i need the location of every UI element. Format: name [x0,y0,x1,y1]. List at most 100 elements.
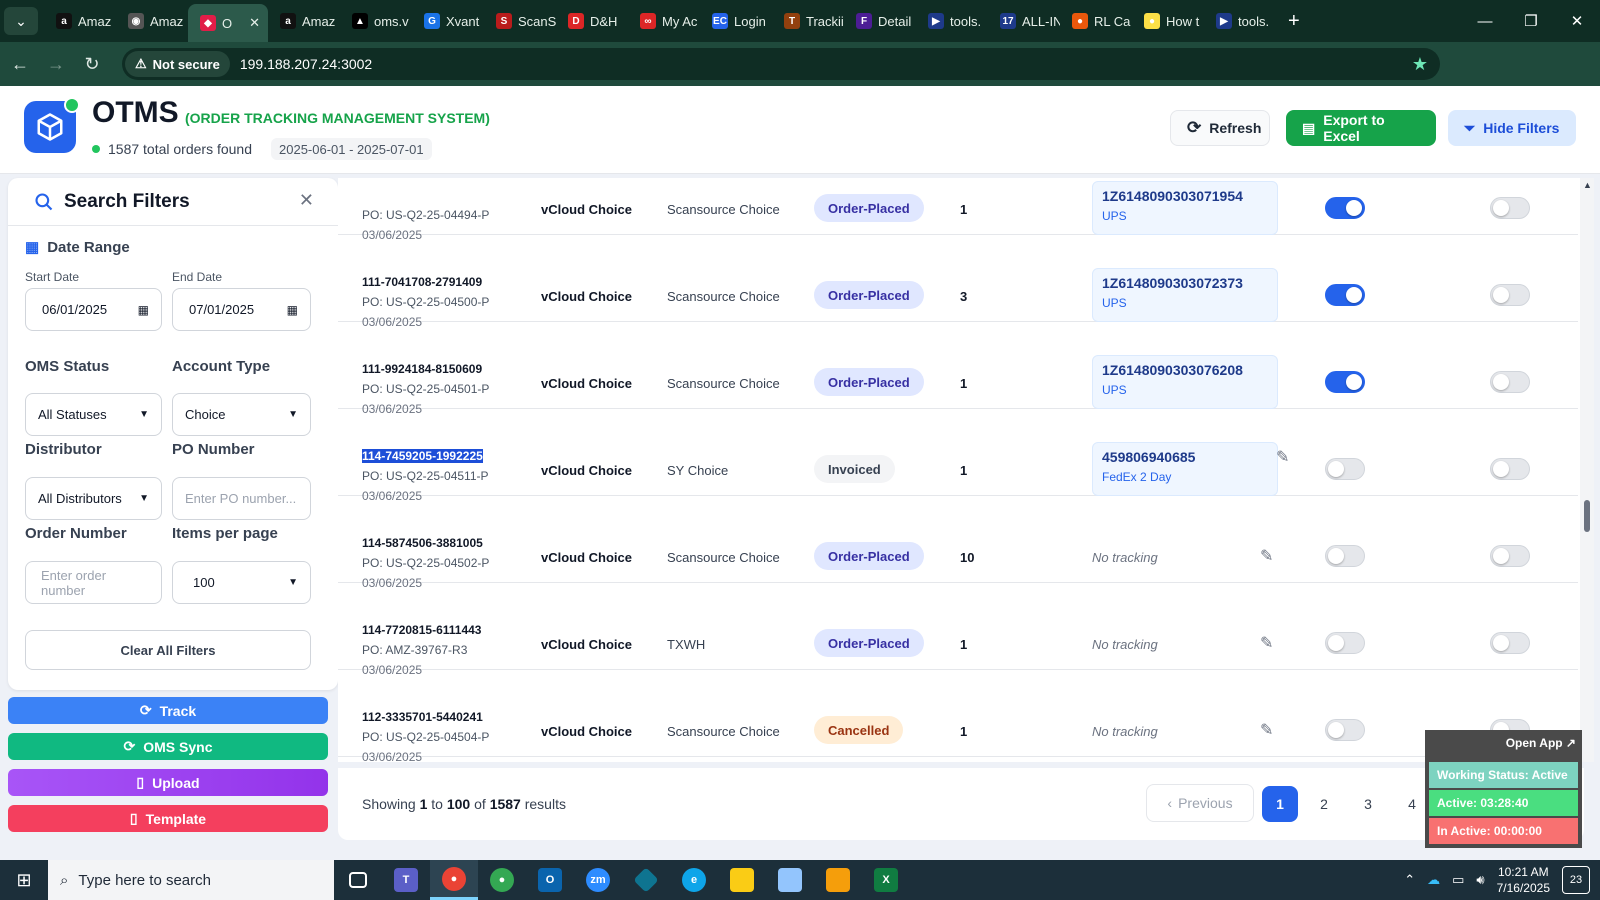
scroll-thumb[interactable] [1584,500,1590,532]
end-date-input[interactable]: 07/01/2025 ▦ [172,288,311,331]
omnibox[interactable]: ⚠ Not secure 199.188.207.24:3002 ★ [122,48,1440,80]
browser-tab[interactable]: F Detail [844,4,916,38]
close-filters-icon[interactable]: ✕ [299,190,314,211]
toggle-switch[interactable] [1325,719,1365,741]
browser-tab[interactable]: 17 ALL-IN [988,4,1060,38]
toggle-switch[interactable] [1490,632,1530,654]
toggle-switch[interactable] [1490,197,1530,219]
sticky-notes-icon[interactable] [718,860,766,900]
minimize-icon[interactable]: — [1462,0,1508,42]
task-view-icon[interactable] [334,860,382,900]
browser-tab[interactable]: ● How t [1132,4,1204,38]
browser-tab[interactable]: G Xvant [412,4,484,38]
browser-tab[interactable]: a Amaz [268,4,340,38]
browser-tab[interactable]: ∞ My Ac [628,4,700,38]
notepad-icon[interactable] [766,860,814,900]
template-button[interactable]: ▯ Template [8,805,328,832]
tracking-box[interactable]: 1Z6148090303072373 UPS [1092,268,1278,322]
start-date-input[interactable]: 06/01/2025 ▦ [25,288,162,331]
edit-pencil-icon[interactable]: ✎ [1260,633,1273,653]
oms-status-select[interactable]: All Statuses ▼ [25,393,162,436]
browser-tab[interactable]: ▲ oms.v [340,4,412,38]
browser-tab[interactable]: a Amaz [44,4,116,38]
back-arrow-icon[interactable]: ← [4,48,36,80]
app-diamond-icon[interactable] [622,860,670,900]
browser-tab[interactable]: D D&H [556,4,628,38]
open-app-link[interactable]: Open App ↗ [1506,736,1576,750]
restore-icon[interactable]: ❐ [1508,0,1554,42]
track-button[interactable]: ⟳ Track [8,697,328,724]
edit-pencil-icon[interactable]: ✎ [1260,546,1273,566]
toggle-switch[interactable] [1325,458,1365,480]
tracking-box[interactable]: 1Z6148090303071954 UPS [1092,181,1278,235]
toggle-switch[interactable] [1490,284,1530,306]
browser-tab[interactable]: S ScanS [484,4,556,38]
excel-icon[interactable]: X [862,860,910,900]
upload-button[interactable]: ▯ Upload [8,769,328,796]
items-per-page-select[interactable]: 100 ▼ [172,561,311,604]
page-number-button[interactable]: 2 [1306,786,1342,822]
tracking-number: 459806940685 [1102,449,1196,465]
taskbar-search-box[interactable]: ⌕ Type here to search [48,860,334,900]
tracking-box[interactable]: 459806940685 FedEx 2 Day [1092,442,1278,496]
scroll-up-arrow-icon[interactable]: ▲ [1583,180,1592,190]
po-number-input[interactable]: Enter PO number... [172,477,311,520]
onedrive-cloud-icon[interactable]: ☁ [1427,872,1440,888]
edge-icon[interactable]: e [670,860,718,900]
forward-arrow-icon[interactable]: → [40,48,72,80]
teams-icon[interactable]: T [382,860,430,900]
previous-page-button[interactable]: ‹ Previous [1146,784,1254,822]
windows-start-icon[interactable]: ⊞ [0,860,48,900]
toggle-switch[interactable] [1325,545,1365,567]
tab-search-chevron-icon[interactable]: ⌄ [4,7,38,35]
close-window-icon[interactable]: ✕ [1554,0,1600,42]
quantity: 3 [960,289,968,304]
not-secure-chip[interactable]: ⚠ Not secure [125,51,230,77]
taskbar-clock[interactable]: 10:21 AM 7/16/2025 [1497,864,1550,896]
browser-tab[interactable]: ▶ tools. [1204,4,1276,38]
browser-tab[interactable]: ● RL Ca [1060,4,1132,38]
export-excel-button[interactable]: ▤ Export to Excel [1286,110,1436,146]
chrome-profile-icon[interactable]: ● [478,860,526,900]
toggle-switch[interactable] [1325,284,1365,306]
table-scrollbar[interactable]: ▲ [1580,178,1594,762]
browser-tab[interactable]: EC Login [700,4,772,38]
toggle-switch[interactable] [1325,632,1365,654]
hide-filters-button[interactable]: ⏷ Hide Filters [1448,110,1576,146]
edit-pencil-icon[interactable]: ✎ [1276,447,1289,467]
browser-tab[interactable]: ◉ Amaz [116,4,188,38]
close-tab-icon[interactable]: ✕ [249,15,260,31]
bookmark-star-icon[interactable]: ★ [1412,54,1428,75]
distributor-select[interactable]: All Distributors ▼ [25,477,162,520]
outlook-icon[interactable]: O [526,860,574,900]
browser-tab[interactable]: T Trackii [772,4,844,38]
volume-icon[interactable]: 🔊︎ [1476,872,1484,888]
edit-pencil-icon[interactable]: ✎ [1260,720,1273,740]
tracking-box[interactable]: 1Z6148090303076208 UPS [1092,355,1278,409]
page-number-button[interactable]: 3 [1350,786,1386,822]
toggle-switch[interactable] [1490,458,1530,480]
tray-chevron-up-icon[interactable]: ⌃ [1404,872,1415,888]
oms-sync-button[interactable]: ⟳ OMS Sync [8,733,328,760]
refresh-button[interactable]: ⟳ Refresh [1170,110,1270,146]
file-explorer-icon[interactable] [814,860,862,900]
order-number-input[interactable]: Enter order number [25,561,162,604]
page-number-button[interactable]: 1 [1262,786,1298,822]
notifications-badge[interactable]: 23 [1562,866,1590,894]
browser-tab[interactable]: ◆ O ✕ [188,4,268,42]
toggle-switch[interactable] [1325,197,1365,219]
toggle-switch[interactable] [1490,371,1530,393]
account-type-select[interactable]: Choice ▼ [172,393,311,436]
new-tab-plus-icon[interactable]: + [1288,10,1300,33]
network-icon[interactable]: ▭ [1452,872,1464,888]
toggle-switch[interactable] [1325,371,1365,393]
zoom-icon[interactable]: zm [574,860,622,900]
clear-all-filters-button[interactable]: Clear All Filters [25,630,311,670]
tab-label: Trackii [806,13,844,29]
chrome-icon[interactable]: ● [430,860,478,900]
reload-icon[interactable]: ↻ [76,48,108,80]
calendar-picker-icon[interactable]: ▦ [138,303,149,317]
calendar-picker-icon[interactable]: ▦ [287,303,298,317]
toggle-switch[interactable] [1490,545,1530,567]
browser-tab[interactable]: ▶ tools. [916,4,988,38]
